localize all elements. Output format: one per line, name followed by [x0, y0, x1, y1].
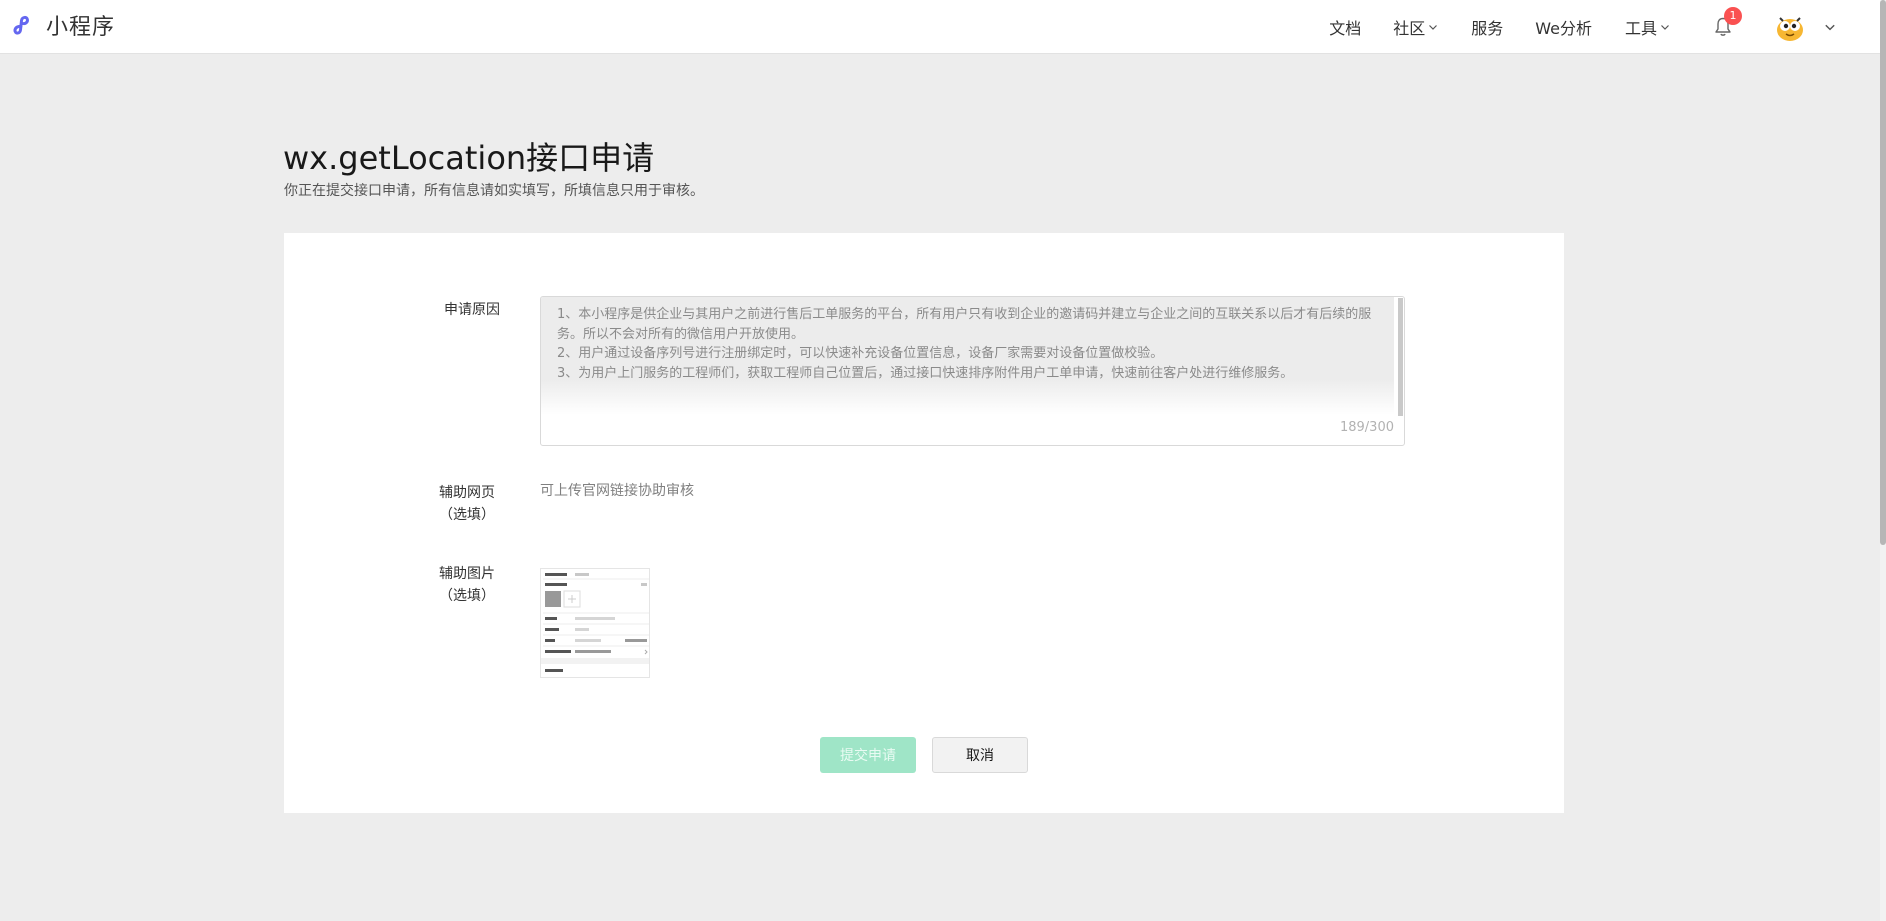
chevron-down-icon: [1825, 24, 1835, 31]
brand[interactable]: 小程序: [6, 9, 115, 41]
webpage-label: 辅助网页 （选填）: [439, 485, 495, 523]
main-nav: 文档 社区 服务 We分析 工具 1: [1329, 0, 1836, 54]
nav-we-analytics-label: We分析: [1535, 19, 1592, 38]
chevron-down-icon: [1661, 25, 1669, 30]
uploaded-image-thumbnail[interactable]: [540, 568, 650, 678]
reason-text: 1、本小程序是供企业与其用户之前进行售后工单服务的平台，所有用户只有收到企业的邀…: [557, 307, 1372, 381]
nav-docs-label: 文档: [1329, 19, 1362, 38]
user-menu[interactable]: [1774, 11, 1836, 43]
reason-label: 申请原因: [444, 302, 500, 318]
chevron-down-icon: [1429, 25, 1438, 30]
nav-docs[interactable]: 文档: [1329, 15, 1361, 39]
webpage-upload-hint[interactable]: 可上传官网链接协助审核: [540, 480, 694, 500]
application-form: 申请原因 1、本小程序是供企业与其用户之前进行售后工单服务的平台，所有用户只有收…: [284, 233, 1564, 813]
page-scrollbar-thumb[interactable]: [1880, 0, 1886, 545]
nav-services[interactable]: 服务: [1471, 15, 1503, 39]
notification-bell[interactable]: 1: [1711, 7, 1742, 39]
notification-badge: 1: [1724, 7, 1742, 25]
nav-tools[interactable]: 工具: [1625, 15, 1670, 39]
avatar: [1777, 17, 1803, 41]
nav-community-label: 社区: [1393, 19, 1426, 38]
page-scrollbar[interactable]: [1880, 0, 1886, 921]
page-title: wx.getLocation接口申请: [283, 139, 655, 177]
nav-tools-label: 工具: [1624, 19, 1657, 38]
brand-name: 小程序: [46, 15, 116, 40]
textarea-scrollbar[interactable]: [1398, 298, 1403, 416]
top-navigation-bar: 小程序 文档 社区 服务 We分析 工具 1: [0, 0, 1880, 54]
reason-textarea[interactable]: 1、本小程序是供企业与其用户之前进行售后工单服务的平台，所有用户只有收到企业的邀…: [540, 296, 1405, 446]
character-counter: 189/300: [1339, 420, 1394, 435]
nav-we-analytics[interactable]: We分析: [1535, 15, 1592, 39]
miniprogram-logo-icon: [7, 10, 37, 40]
reason-textarea-content: 1、本小程序是供企业与其用户之前进行售后工单服务的平台，所有用户只有收到企业的邀…: [541, 297, 1394, 415]
nav-services-label: 服务: [1471, 19, 1504, 38]
cancel-button[interactable]: 取消: [932, 737, 1028, 773]
image-label: 辅助图片 （选填）: [439, 566, 495, 604]
page-description: 你正在提交接口申请，所有信息请如实填写，所填信息只用于审核。: [284, 183, 704, 199]
submit-button[interactable]: 提交申请: [820, 737, 916, 773]
nav-community[interactable]: 社区: [1393, 15, 1438, 39]
screenshot-preview-image: [541, 569, 649, 677]
